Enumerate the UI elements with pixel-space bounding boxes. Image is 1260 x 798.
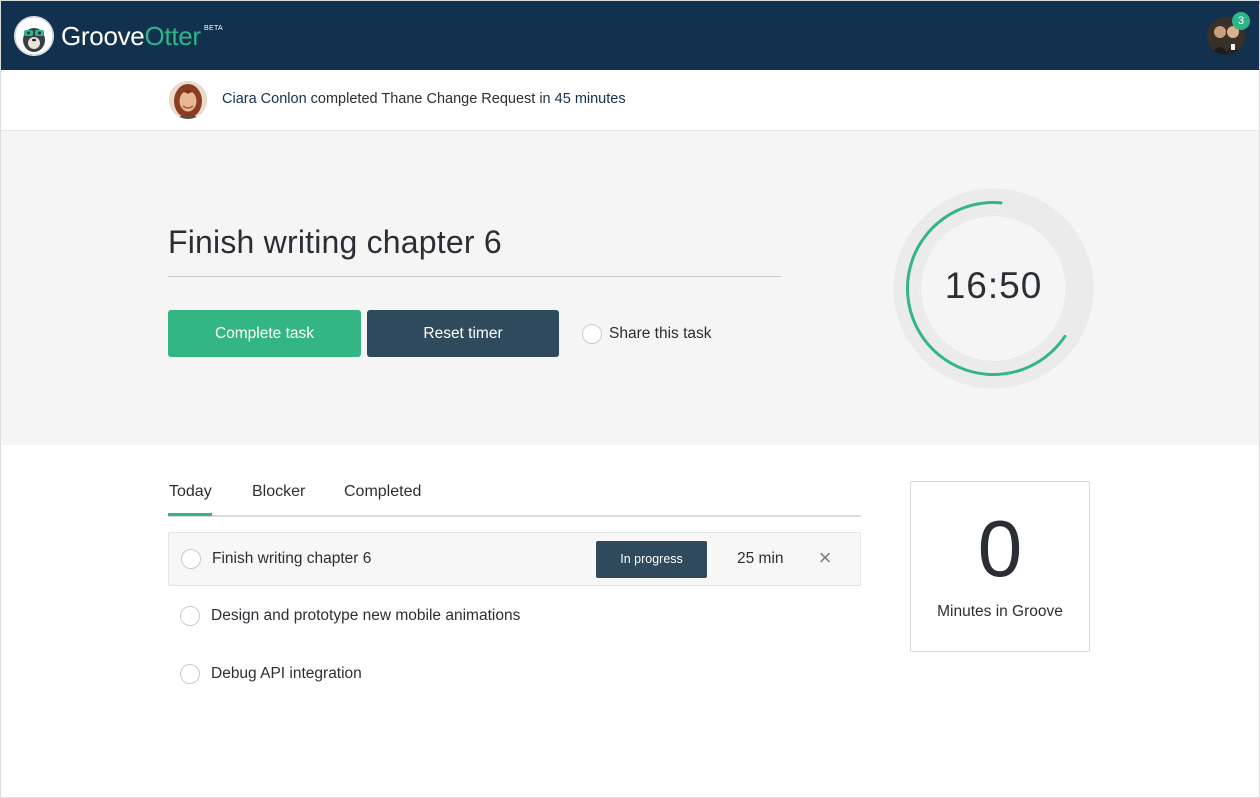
current-task-title[interactable]: Finish writing chapter 6 — [168, 224, 502, 261]
activity-duration: 45 minutes — [554, 91, 626, 107]
task-tabs: Today Blocker Completed — [168, 481, 861, 517]
title-divider — [168, 276, 781, 277]
beta-label: BETA — [204, 25, 223, 32]
activity-action: completed Thane Change Request in — [306, 91, 555, 107]
brand-otter: Otter — [144, 21, 201, 51]
tab-completed[interactable]: Completed — [344, 483, 421, 501]
task-row[interactable]: Design and prototype new mobile animatio… — [168, 590, 861, 644]
activity-user-name[interactable]: Ciara Conlon — [222, 91, 307, 107]
task-name: Finish writing chapter 6 — [212, 550, 372, 567]
share-label: Share this task — [609, 325, 712, 342]
active-tab-indicator — [168, 513, 212, 516]
complete-task-button[interactable]: Complete task — [168, 310, 361, 357]
groove-stats-card: 0 Minutes in Groove — [910, 481, 1090, 652]
tab-today[interactable]: Today — [169, 483, 212, 501]
task-checkbox[interactable] — [180, 606, 200, 626]
task-checkbox[interactable] — [180, 664, 200, 684]
current-task-panel: Finish writing chapter 6 Complete task R… — [1, 131, 1259, 445]
task-name: Debug API integration — [211, 665, 362, 682]
brand-groove: Groove — [61, 21, 145, 51]
otter-logo-icon[interactable] — [14, 16, 54, 56]
top-bar: GrooveOtter BETA 3 — [1, 1, 1259, 70]
task-row[interactable]: Finish writing chapter 6 In progress 25 … — [168, 532, 861, 586]
activity-message: Ciara Conlon completed Thane Change Requ… — [222, 91, 626, 107]
stats-value: 0 — [977, 504, 1023, 593]
activity-feed: Ciara Conlon completed Thane Change Requ… — [1, 70, 1259, 131]
share-radio[interactable] — [582, 324, 602, 344]
status-badge[interactable]: In progress — [596, 541, 707, 578]
timer-display: 16:50 — [944, 265, 1043, 306]
tab-blocker[interactable]: Blocker — [252, 483, 305, 501]
task-checkbox[interactable] — [181, 549, 201, 569]
notification-badge[interactable]: 3 — [1232, 12, 1250, 30]
close-icon[interactable]: × — [816, 545, 834, 571]
stats-label: Minutes in Groove — [937, 603, 1063, 620]
task-name: Design and prototype new mobile animatio… — [211, 607, 521, 624]
share-task-toggle[interactable]: Share this task — [582, 323, 712, 345]
task-row[interactable]: Debug API integration — [168, 648, 861, 702]
reset-timer-button[interactable]: Reset timer — [367, 310, 559, 357]
brand-wordmark[interactable]: GrooveOtter — [61, 19, 201, 53]
task-duration: 25 min — [737, 550, 784, 567]
tabs-divider — [168, 515, 861, 517]
activity-user-avatar[interactable] — [169, 81, 207, 119]
